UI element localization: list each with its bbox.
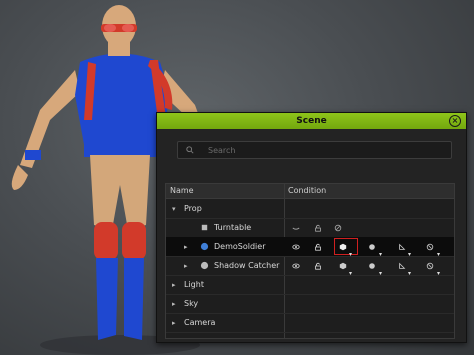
scene-tree: Name Condition ▾ Prop Turntable ▸ DemoSo… <box>165 183 455 339</box>
search-icon <box>186 146 194 154</box>
eye-off-icon[interactable] <box>292 224 300 232</box>
lock-icon[interactable] <box>314 243 322 251</box>
lock-icon[interactable] <box>314 224 322 232</box>
column-condition[interactable]: Condition <box>288 184 326 198</box>
sphere-icon[interactable] <box>368 243 376 251</box>
tree-row-turntable[interactable]: Turntable <box>166 218 454 238</box>
no-circle-icon[interactable] <box>426 243 434 251</box>
panel-titlebar[interactable]: Scene × <box>157 113 466 129</box>
scene-panel: Scene × Search Name Condition ▾ Prop Tur… <box>156 112 467 343</box>
tree-row-camera[interactable]: ▸ Camera <box>166 313 454 333</box>
expand-arrow-icon[interactable]: ▾ <box>172 206 178 213</box>
triangle-icon[interactable] <box>398 262 406 270</box>
close-icon[interactable]: × <box>449 115 461 127</box>
tree-row-prop[interactable]: ▾ Prop <box>166 199 454 219</box>
eye-icon[interactable] <box>292 243 300 251</box>
search-input[interactable]: Search <box>177 141 452 159</box>
turntable-icon <box>201 224 208 231</box>
column-name[interactable]: Name <box>170 184 194 198</box>
cube-icon[interactable] <box>339 262 347 270</box>
collapse-arrow-icon[interactable]: ▸ <box>184 263 190 270</box>
shadow-catcher-icon <box>200 261 209 270</box>
no-circle-icon[interactable] <box>426 262 434 270</box>
tree-header: Name Condition <box>166 184 454 199</box>
collapse-arrow-icon[interactable]: ▸ <box>172 320 178 327</box>
search-placeholder: Search <box>208 146 236 155</box>
tree-row-shadow-catcher[interactable]: ▸ Shadow Catcher ▾ ▾ ▾ ▾ <box>166 256 454 277</box>
panel-title: Scene <box>296 116 327 126</box>
collapse-arrow-icon[interactable]: ▸ <box>184 244 190 251</box>
collapse-arrow-icon[interactable]: ▸ <box>172 282 178 289</box>
tree-row-sky[interactable]: ▸ Sky <box>166 294 454 314</box>
lock-icon[interactable] <box>314 262 322 270</box>
sphere-icon[interactable] <box>368 262 376 270</box>
triangle-icon[interactable] <box>398 243 406 251</box>
tree-row-light[interactable]: ▸ Light <box>166 275 454 295</box>
avatar-icon <box>200 242 209 251</box>
tree-row-demosoldier[interactable]: ▸ DemoSoldier ▾ ▾ ▾ ▾ <box>166 237 454 258</box>
no-circle-icon[interactable] <box>334 224 342 232</box>
collapse-arrow-icon[interactable]: ▸ <box>172 301 178 308</box>
eye-icon[interactable] <box>292 262 300 270</box>
cube-icon[interactable] <box>339 243 347 251</box>
